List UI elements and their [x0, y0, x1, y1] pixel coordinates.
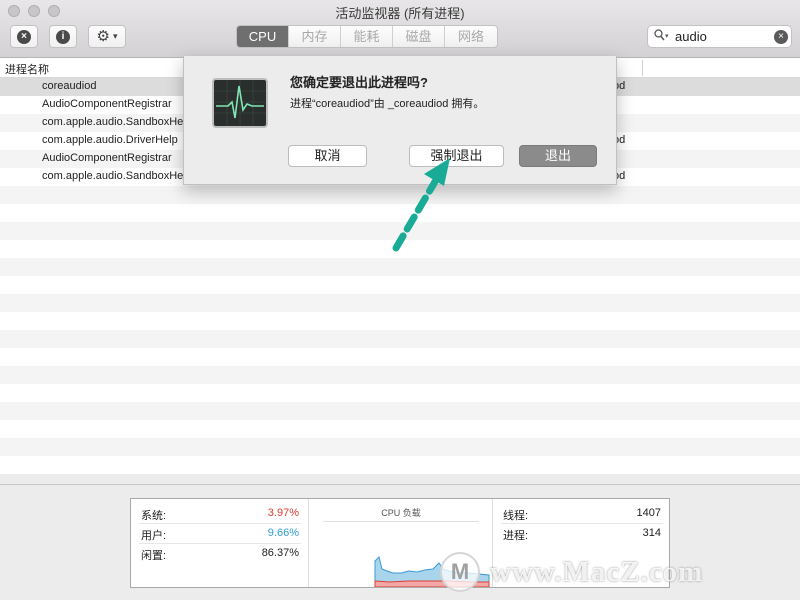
tab-disk[interactable]: 磁盘	[393, 26, 445, 47]
search-field[interactable]: ▾ audio ×	[647, 25, 792, 48]
search-options-chevron-icon[interactable]: ▾	[665, 32, 669, 40]
stat-threads: 线程: 1407	[501, 504, 663, 524]
stat-user: 用户: 9.66%	[139, 524, 301, 544]
annotation-arrow	[392, 158, 450, 252]
stat-idle: 闲置: 86.37%	[141, 547, 299, 562]
gear-icon: ⚙	[96, 28, 110, 45]
empty-row	[0, 438, 800, 456]
inspect-process-button[interactable]: i	[49, 25, 77, 48]
empty-row	[0, 366, 800, 384]
watermark-logo-icon: M	[440, 552, 480, 592]
view-tabs: CPU 内存 能耗 磁盘 网络	[236, 25, 498, 48]
tab-cpu[interactable]: CPU	[237, 26, 289, 47]
empty-row	[0, 348, 800, 366]
watermark: M www.MacZ.com	[440, 550, 703, 594]
activity-monitor-icon	[212, 78, 268, 128]
dialog-message: 进程“coreaudiod”由 _coreaudiod 拥有。	[290, 98, 485, 110]
stat-system: 系统: 3.97%	[139, 504, 301, 524]
tab-memory[interactable]: 内存	[289, 26, 341, 47]
empty-row	[0, 312, 800, 330]
clear-search-icon[interactable]: ×	[774, 30, 788, 44]
action-menu-button[interactable]: ⚙ ▾	[88, 25, 126, 48]
stop-process-button[interactable]: ×	[10, 25, 38, 48]
empty-row	[0, 276, 800, 294]
watermark-text: www.MacZ.com	[490, 555, 704, 588]
close-process-icon: ×	[17, 29, 31, 44]
dialog-title: 您确定要退出此进程吗?	[290, 75, 428, 90]
cancel-button[interactable]: 取消	[288, 145, 367, 167]
quit-button[interactable]: 退出	[519, 145, 597, 167]
empty-row	[0, 294, 800, 312]
info-icon: i	[56, 29, 70, 44]
stat-processes: 进程: 314	[503, 527, 661, 542]
chevron-down-icon: ▾	[112, 31, 118, 41]
tab-energy[interactable]: 能耗	[341, 26, 393, 47]
cpu-usage-summary: 系统: 3.97% 用户: 9.66% 闲置: 86.37%	[131, 499, 309, 587]
title-bar: 活动监视器 (所有进程) × i ⚙ ▾ CPU 内存 能耗 磁盘 网络 ▾ a…	[0, 0, 800, 58]
empty-row	[0, 456, 800, 474]
empty-row	[0, 330, 800, 348]
empty-row	[0, 420, 800, 438]
window-title: 活动监视器 (所有进程)	[335, 6, 465, 21]
search-icon	[654, 29, 665, 44]
column-header-process-name[interactable]: 进程名称	[5, 61, 49, 77]
tab-network[interactable]: 网络	[445, 26, 497, 47]
empty-row	[0, 384, 800, 402]
empty-row	[0, 258, 800, 276]
empty-row	[0, 402, 800, 420]
column-divider[interactable]	[642, 60, 643, 76]
search-input[interactable]: audio	[675, 29, 707, 44]
